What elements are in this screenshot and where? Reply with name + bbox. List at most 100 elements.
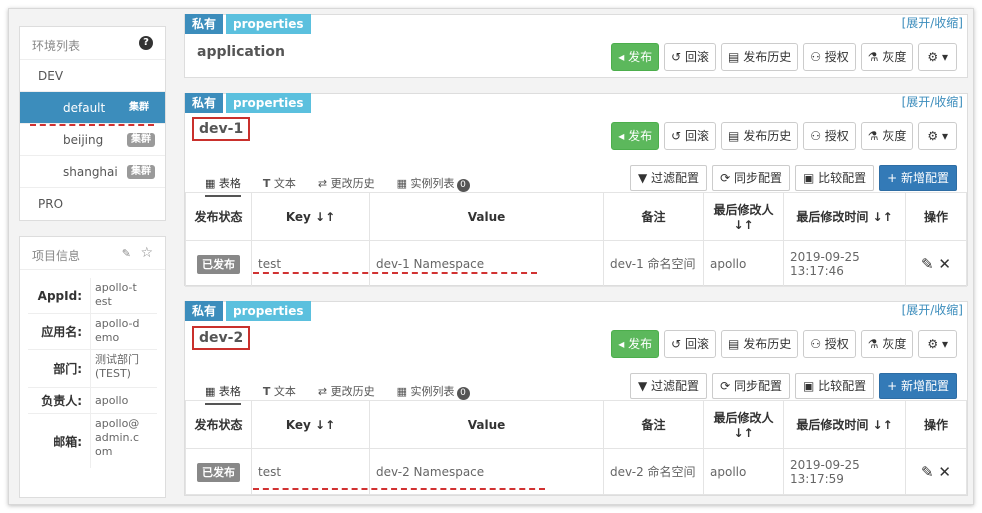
cell-comment: dev-1 命名空间 xyxy=(603,240,704,287)
project-row-owner: 负责人: apollo xyxy=(28,388,157,414)
help-icon[interactable]: ? xyxy=(139,36,153,50)
env-item-label: DEV xyxy=(38,69,64,83)
col-value: Value xyxy=(369,192,604,241)
cell-modifier: apollo xyxy=(703,448,784,495)
publish-button[interactable]: ◂ 发布 xyxy=(611,330,660,358)
auth-label: 授权 xyxy=(824,50,849,64)
filter-config-button[interactable]: ▼ 过滤配置 xyxy=(630,373,708,399)
rollback-button[interactable]: ↺ 回滚 xyxy=(664,122,717,150)
expand-collapse-link[interactable]: [展开/收缩] xyxy=(902,14,963,31)
add-config-button[interactable]: + 新增配置 xyxy=(879,165,957,191)
filter-config-button[interactable]: ▼ 过滤配置 xyxy=(630,165,708,191)
col-modified[interactable]: 最后修改时间 ↓↑ xyxy=(783,192,906,241)
namespace-dev-2: 私有 properties [展开/收缩] dev-2 ◂ 发布 ↺ 回滚 ▤ 发… xyxy=(184,301,968,496)
rollback-button[interactable]: ↺ 回滚 xyxy=(664,43,717,71)
env-item-shanghai[interactable]: shanghai 集群 xyxy=(20,156,165,188)
publish-button[interactable]: ◂ 发布 xyxy=(611,43,660,71)
properties-tag: properties xyxy=(226,14,311,34)
gray-button[interactable]: ⚗ 灰度 xyxy=(860,330,914,358)
namespace-title: application xyxy=(197,44,285,60)
table-row: 已发布 test dev-1 Namespace dev-1 命名空间 apol… xyxy=(185,240,967,287)
delete-icon[interactable]: ✕ xyxy=(938,463,951,481)
table-header-row: 发布状态 Key ↓↑ Value 备注 最后修改人 ↓↑ 最后修改时间 ↓↑ … xyxy=(185,192,967,241)
compare-config-button[interactable]: ▣ 比较配置 xyxy=(794,165,875,191)
gray-button[interactable]: ⚗ 灰度 xyxy=(860,122,914,150)
filter-label: 过滤配置 xyxy=(651,379,700,393)
cell-key: test xyxy=(251,240,370,287)
compare-label: 比较配置 xyxy=(818,171,867,185)
env-item-pro[interactable]: PRO xyxy=(20,188,165,220)
history-button[interactable]: ▤ 发布历史 xyxy=(721,122,799,150)
project-value: 测试部门(TEST) xyxy=(90,350,140,387)
tab-label: 表格 xyxy=(218,177,241,190)
env-item-beijing[interactable]: beijing 集群 xyxy=(20,124,165,156)
project-key: 负责人: xyxy=(41,394,82,408)
auth-button[interactable]: ⚇ 授权 xyxy=(803,122,856,150)
project-key: 应用名: xyxy=(41,325,82,339)
col-key[interactable]: Key ↓↑ xyxy=(251,192,370,241)
cluster-badge: 集群 xyxy=(127,165,155,179)
col-comment: 备注 xyxy=(603,192,704,241)
env-item-label: shanghai xyxy=(63,165,118,179)
project-row-email: 邮箱: apollo@admin.com xyxy=(28,414,157,468)
gear-dropdown-button[interactable]: ⚙ ▾ xyxy=(918,122,957,150)
compare-label: 比较配置 xyxy=(818,379,867,393)
cell-modified: 2019-09-25 13:17:59 xyxy=(783,448,906,495)
rollback-button[interactable]: ↺ 回滚 xyxy=(664,330,717,358)
tab-label: 更改历史 xyxy=(330,385,375,398)
col-modifier[interactable]: 最后修改人 ↓↑ xyxy=(703,192,784,241)
delete-icon[interactable]: ✕ xyxy=(938,255,951,273)
publish-button[interactable]: ◂ 发布 xyxy=(611,122,660,150)
env-item-default[interactable]: default 集群 xyxy=(20,92,165,124)
rollback-label: 回滚 xyxy=(685,337,710,351)
auth-button[interactable]: ⚇ 授权 xyxy=(803,43,856,71)
project-value: apollo-test xyxy=(90,278,140,313)
col-modified[interactable]: 最后修改时间 ↓↑ xyxy=(783,400,906,449)
project-value: apollo xyxy=(90,388,140,413)
star-icon[interactable]: ☆ xyxy=(140,245,153,261)
published-badge: 已发布 xyxy=(197,254,240,274)
sync-config-button[interactable]: ⟳ 同步配置 xyxy=(712,373,790,399)
table-header-row: 发布状态 Key ↓↑ Value 备注 最后修改人 ↓↑ 最后修改时间 ↓↑ … xyxy=(185,400,967,449)
env-item-label: beijing xyxy=(63,133,104,147)
edit-icon[interactable]: ✎ xyxy=(921,463,934,481)
expand-collapse-link[interactable]: [展开/收缩] xyxy=(902,93,963,110)
project-info-panel: 项目信息 ✎ ☆ AppId: apollo-test 应用名: apollo-de… xyxy=(19,236,166,498)
auth-button[interactable]: ⚇ 授权 xyxy=(803,330,856,358)
cell-value: dev-1 Namespace xyxy=(369,240,604,287)
expand-collapse-link[interactable]: [展开/收缩] xyxy=(902,301,963,318)
col-value: Value xyxy=(369,400,604,449)
gear-dropdown-button[interactable]: ⚙ ▾ xyxy=(918,43,957,71)
private-tag: 私有 xyxy=(185,14,224,34)
col-comment: 备注 xyxy=(603,400,704,449)
cell-modifier: apollo xyxy=(703,240,784,287)
history-button[interactable]: ▤ 发布历史 xyxy=(721,330,799,358)
col-ops: 操作 xyxy=(905,400,967,449)
col-key[interactable]: Key ↓↑ xyxy=(251,400,370,449)
project-row-appid: AppId: apollo-test xyxy=(28,278,157,314)
add-config-button[interactable]: + 新增配置 xyxy=(879,373,957,399)
col-ops: 操作 xyxy=(905,192,967,241)
project-row-name: 应用名: apollo-demo xyxy=(28,314,157,350)
namespace-application: 私有 properties [展开/收缩] application ◂ 发布 ↺ … xyxy=(184,14,968,78)
project-key: 部门: xyxy=(53,362,82,376)
gray-label: 灰度 xyxy=(882,50,907,64)
env-list-title: 环境列表 xyxy=(32,39,81,53)
env-item-dev[interactable]: DEV xyxy=(20,60,165,92)
col-modifier[interactable]: 最后修改人 ↓↑ xyxy=(703,400,784,449)
annotation-underline xyxy=(253,272,537,274)
compare-config-button[interactable]: ▣ 比较配置 xyxy=(794,373,875,399)
config-table: 发布状态 Key ↓↑ Value 备注 最后修改人 ↓↑ 最后修改时间 ↓↑ … xyxy=(185,400,967,495)
history-button[interactable]: ▤ 发布历史 xyxy=(721,43,799,71)
private-tag: 私有 xyxy=(185,301,224,321)
tab-label: 更改历史 xyxy=(330,177,375,190)
gear-dropdown-button[interactable]: ⚙ ▾ xyxy=(918,330,957,358)
sync-config-button[interactable]: ⟳ 同步配置 xyxy=(712,165,790,191)
project-info-title: 项目信息 xyxy=(32,249,81,263)
cell-modified: 2019-09-25 13:17:46 xyxy=(783,240,906,287)
properties-tag: properties xyxy=(226,301,311,321)
edit-icon[interactable]: ✎ xyxy=(921,255,934,273)
edit-icon[interactable]: ✎ xyxy=(122,247,131,260)
gray-button[interactable]: ⚗ 灰度 xyxy=(860,43,914,71)
auth-label: 授权 xyxy=(824,129,849,143)
